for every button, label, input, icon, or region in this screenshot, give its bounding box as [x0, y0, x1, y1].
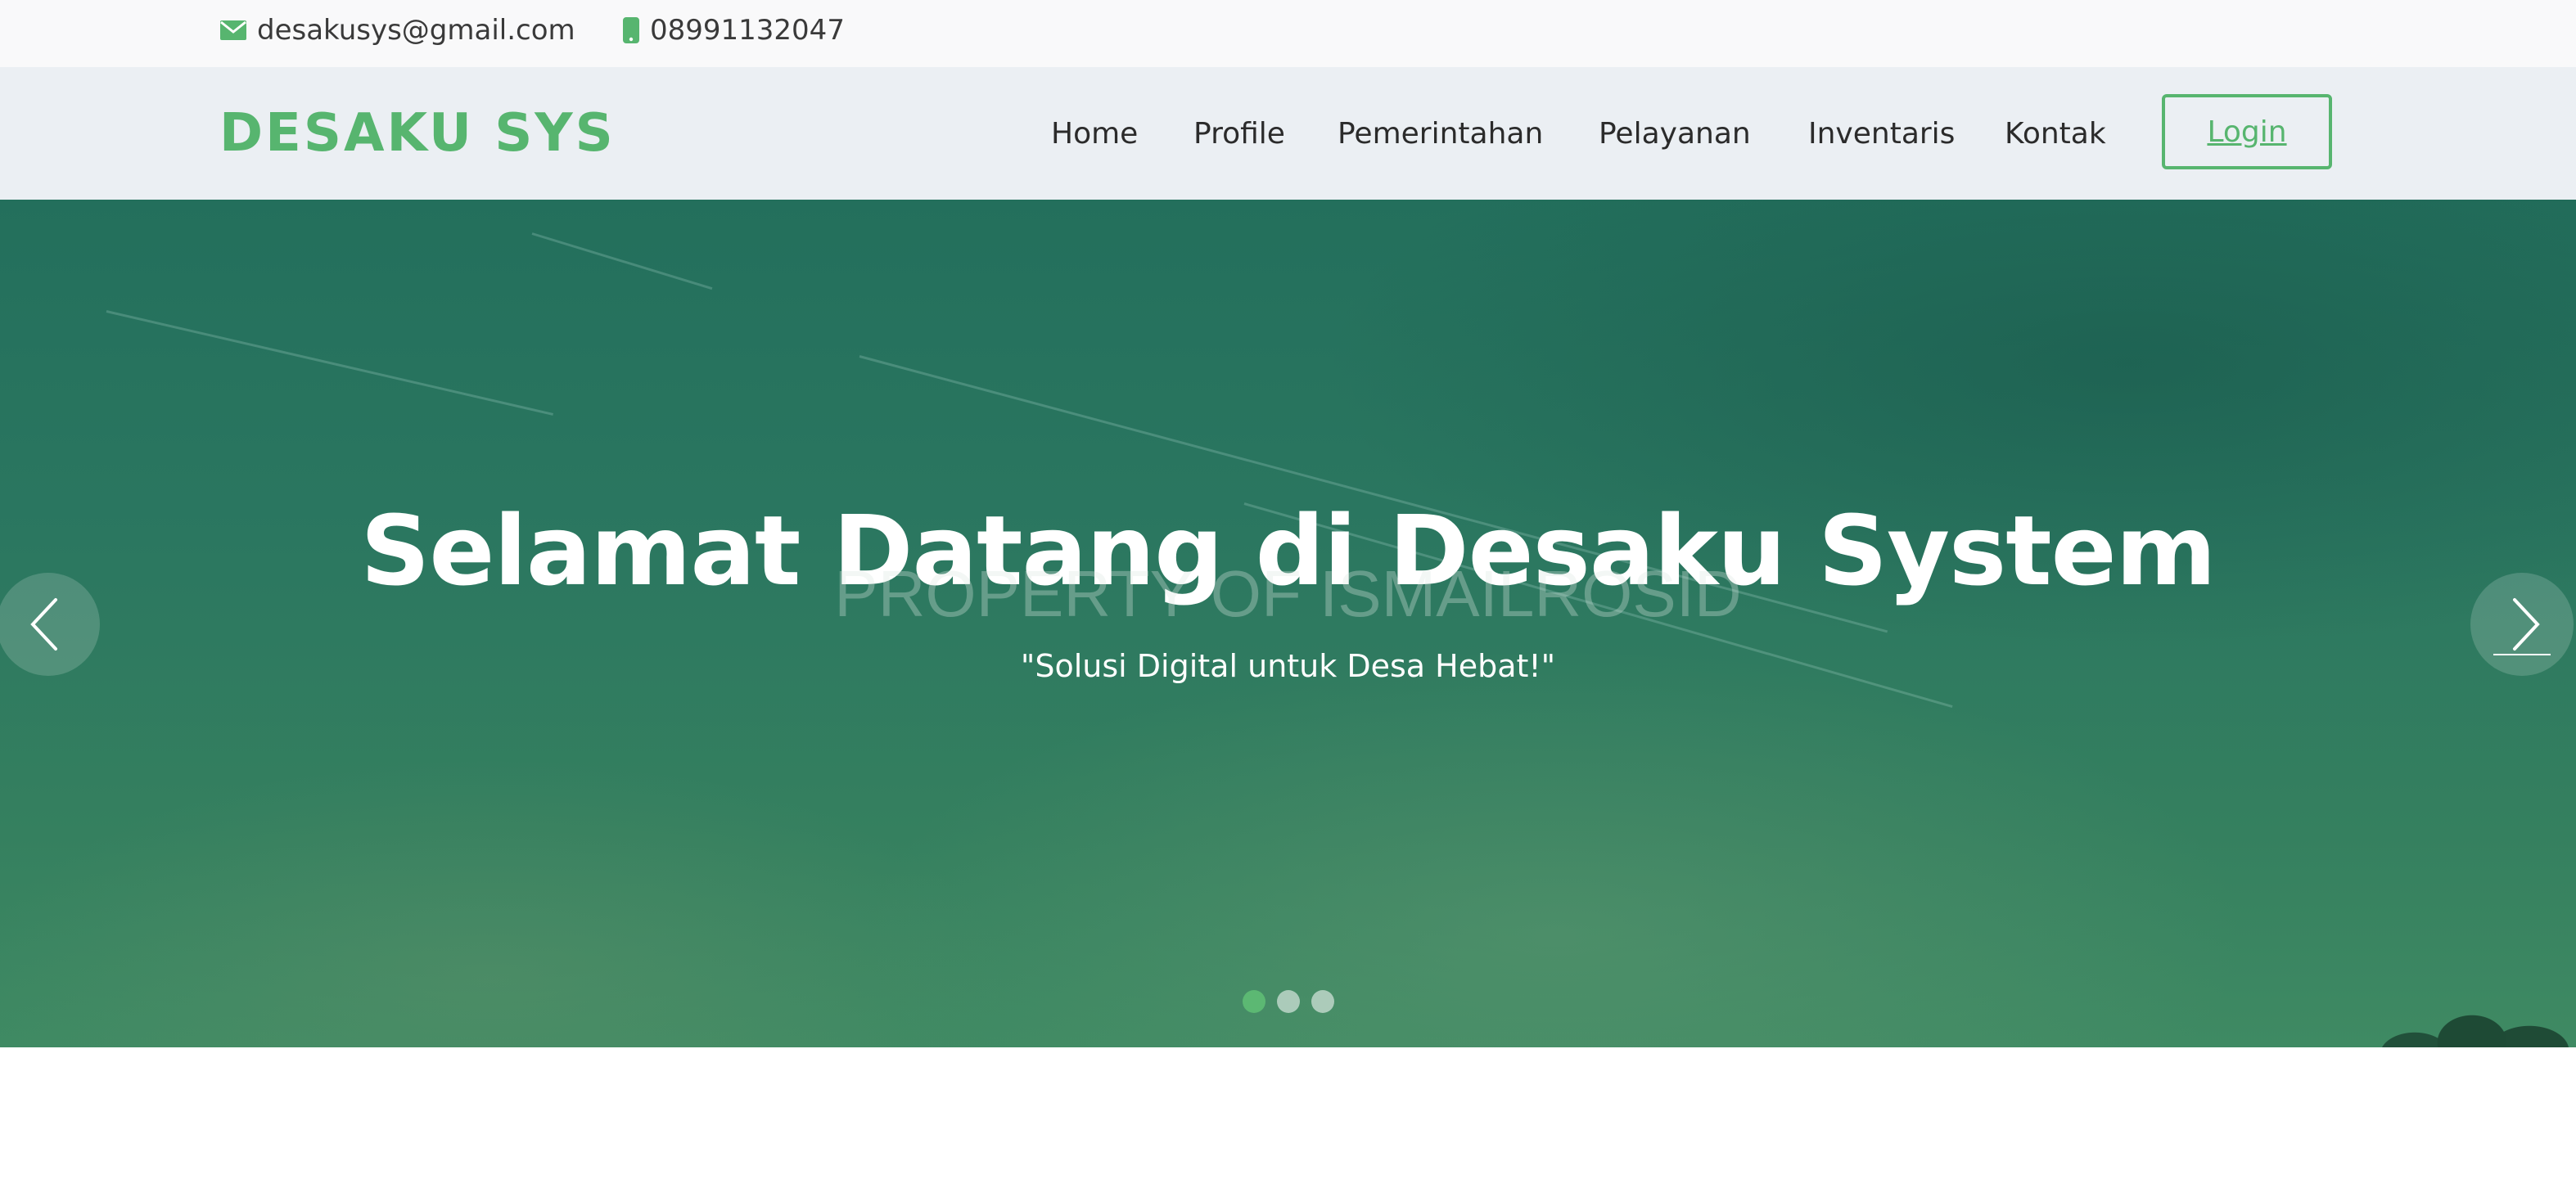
contact-phone[interactable]: 08991132047	[622, 0, 845, 61]
hero-title: Selamat Datang di Desaku System	[360, 494, 2216, 607]
chevron-right-icon	[2493, 598, 2551, 655]
nav-item-home[interactable]: Home	[1051, 117, 1138, 151]
carousel-next-button[interactable]	[2470, 573, 2574, 676]
sky-streak	[531, 232, 713, 290]
nav-item-pemerintahan[interactable]: Pemerintahan	[1338, 117, 1543, 151]
hero-subtitle: "Solusi Digital untuk Desa Hebat!"	[1020, 648, 1556, 684]
carousel-indicator-3[interactable]	[1311, 990, 1334, 1013]
mobile-phone-icon	[623, 17, 639, 43]
carousel-indicator-1[interactable]	[1242, 990, 1265, 1013]
carousel-indicators	[0, 990, 2576, 1013]
hero-carousel: Selamat Datang di Desaku System PROPERTY…	[0, 200, 2576, 1047]
contact-phone-text: 08991132047	[650, 14, 845, 47]
login-button[interactable]: Login	[2162, 94, 2332, 169]
nav-item-profile[interactable]: Profile	[1193, 117, 1285, 151]
sky-streak	[106, 310, 553, 416]
chevron-left-icon	[30, 598, 57, 651]
tree-silhouette	[2366, 985, 2576, 1047]
nav-item-pelayanan[interactable]: Pelayanan	[1599, 117, 1751, 151]
site-logo[interactable]: DESAKU SYS	[219, 67, 616, 200]
site-header: DESAKU SYS Home Profile Pemerintahan Pel…	[0, 67, 2576, 201]
contact-email[interactable]: desakusys@gmail.com	[219, 0, 575, 61]
carousel-prev-button[interactable]	[0, 573, 100, 676]
top-contact-bar: desakusys@gmail.com 08991132047	[0, 0, 2576, 67]
nav-item-kontak[interactable]: Kontak	[2005, 117, 2106, 151]
carousel-indicator-2[interactable]	[1276, 990, 1300, 1013]
nav-item-inventaris[interactable]: Inventaris	[1808, 117, 1955, 151]
envelope-icon	[220, 20, 246, 40]
contact-email-text: desakusys@gmail.com	[257, 14, 575, 47]
